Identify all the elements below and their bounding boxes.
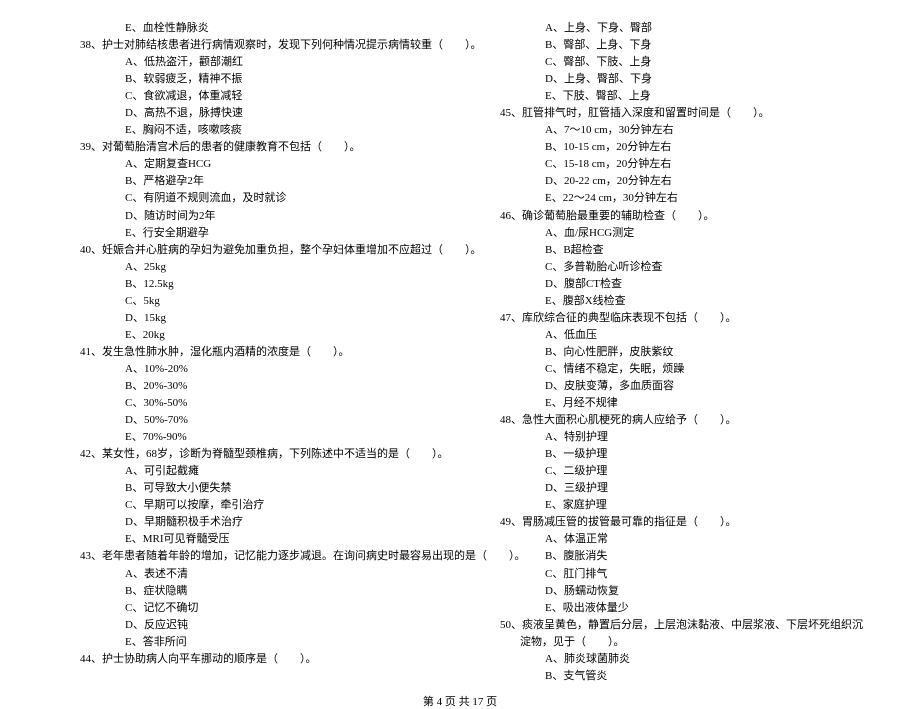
opt-a: A、定期复查HCG: [50, 156, 450, 173]
opt-e: E、70%-90%: [50, 429, 450, 446]
opt-d: D、腹部CT检查: [470, 276, 870, 293]
opt-b: B、支气管炎: [470, 668, 870, 685]
opt-a: A、低热盗汗，颧部潮红: [50, 54, 450, 71]
opt-b: B、可导致大小便失禁: [50, 480, 450, 497]
opt-b: B、腹胀消失: [470, 548, 870, 565]
opt-b: B、B超检查: [470, 242, 870, 259]
opt-c: C、记忆不确切: [50, 600, 450, 617]
opt-e: E、答非所问: [50, 634, 450, 651]
opt-c: C、有阴道不规则流血，及时就诊: [50, 190, 450, 207]
opt-a: A、低血压: [470, 327, 870, 344]
opt-d: D、上身、臀部、下身: [470, 71, 870, 88]
opt-e: E、下肢、臀部、上身: [470, 88, 870, 105]
opt-c: C、早期可以按摩，牵引治疗: [50, 497, 450, 514]
question-48: 48、急性大面积心肌梗死的病人应给予（ ）。: [470, 412, 870, 429]
opt-d: D、随访时间为2年: [50, 208, 450, 225]
opt-a: A、特别护理: [470, 429, 870, 446]
opt-a: A、上身、下身、臀部: [470, 20, 870, 37]
opt-e: E、20kg: [50, 327, 450, 344]
question-49: 49、胃肠减压管的拔管最可靠的指征是（ ）。: [470, 514, 870, 531]
left-column: E、血栓性静脉炎 38、护士对肺结核患者进行病情观察时，发现下列何种情况提示病情…: [40, 20, 460, 685]
opt-a: A、7～10 cm，30分钟左右: [470, 122, 870, 139]
opt-e: E、胸闷不适，咳嗽咳痰: [50, 122, 450, 139]
question-46: 46、确诊葡萄胎最重要的辅助检查（ ）。: [470, 208, 870, 225]
question-38: 38、护士对肺结核患者进行病情观察时，发现下列何种情况提示病情较重（ ）。: [50, 37, 450, 54]
opt-c: C、情绪不稳定，失眠，烦躁: [470, 361, 870, 378]
right-column: A、上身、下身、臀部 B、臀部、上身、下身 C、臀部、下肢、上身 D、上身、臀部…: [460, 20, 880, 685]
opt-c: C、肛门排气: [470, 566, 870, 583]
opt-d: D、早期髓积极手术治疗: [50, 514, 450, 531]
question-41: 41、发生急性肺水肿，湿化瓶内酒精的浓度是（ ）。: [50, 344, 450, 361]
opt-a: A、肺炎球菌肺炎: [470, 651, 870, 668]
opt-a: A、25kg: [50, 259, 450, 276]
opt-b: B、10-15 cm，20分钟左右: [470, 139, 870, 156]
opt-d: D、15kg: [50, 310, 450, 327]
opt-c: C、5kg: [50, 293, 450, 310]
opt-c: C、臀部、下肢、上身: [470, 54, 870, 71]
opt-b: B、向心性肥胖，皮肤紫纹: [470, 344, 870, 361]
question-40: 40、妊娠合并心脏病的孕妇为避免加重负担，整个孕妇体重增加不应超过（ ）。: [50, 242, 450, 259]
opt-d: D、20-22 cm，20分钟左右: [470, 173, 870, 190]
question-39: 39、对葡萄胎清宫术后的患者的健康教育不包括（ ）。: [50, 139, 450, 156]
question-47: 47、库欣综合征的典型临床表现不包括（ ）。: [470, 310, 870, 327]
opt-e: E、家庭护理: [470, 497, 870, 514]
opt-b: B、软弱疲乏，精神不振: [50, 71, 450, 88]
opt-a: A、可引起截瘫: [50, 463, 450, 480]
question-45: 45、肛管排气时，肛管插入深度和留置时间是（ ）。: [470, 105, 870, 122]
page-footer: 第 4 页 共 17 页: [0, 685, 920, 709]
opt-d: D、50%-70%: [50, 412, 450, 429]
opt-e: E、行安全期避孕: [50, 225, 450, 242]
opt-c: C、30%-50%: [50, 395, 450, 412]
opt-a: A、体温正常: [470, 531, 870, 548]
opt-b: B、严格避孕2年: [50, 173, 450, 190]
opt-b: B、12.5kg: [50, 276, 450, 293]
opt-b: B、一级护理: [470, 446, 870, 463]
opt-e: E、腹部X线检查: [470, 293, 870, 310]
question-43: 43、老年患者随着年龄的增加，记忆能力逐步减退。在询问病史时最容易出现的是（ ）…: [50, 548, 450, 565]
opt-c: C、15-18 cm，20分钟左右: [470, 156, 870, 173]
question-50: 50、痰液呈黄色，静置后分层，上层泡沫黏液、中层浆液、下层坏死组织沉淀物，见于（…: [470, 617, 870, 651]
opt-e: E、MRI可见脊髓受压: [50, 531, 450, 548]
opt-d: D、反应迟钝: [50, 617, 450, 634]
opt-b: B、臀部、上身、下身: [470, 37, 870, 54]
opt-d: D、三级护理: [470, 480, 870, 497]
opt-c: C、二级护理: [470, 463, 870, 480]
opt-c: C、食欲减退，体重减轻: [50, 88, 450, 105]
opt-a: A、血/尿HCG测定: [470, 225, 870, 242]
opt-e: E、吸出液体量少: [470, 600, 870, 617]
question-44: 44、护士协助病人向平车挪动的顺序是（ ）。: [50, 651, 450, 668]
opt-d: D、高热不退，脉搏快速: [50, 105, 450, 122]
opt-d: D、肠蠕动恢复: [470, 583, 870, 600]
opt-b: B、20%-30%: [50, 378, 450, 395]
opt-a: A、10%-20%: [50, 361, 450, 378]
opt-e: E、月经不规律: [470, 395, 870, 412]
opt-c: C、多普勒胎心听诊检查: [470, 259, 870, 276]
opt-b: B、症状隐瞒: [50, 583, 450, 600]
question-42: 42、某女性，68岁，诊断为脊髓型颈椎病，下列陈述中不适当的是（ ）。: [50, 446, 450, 463]
opt-a: A、表述不清: [50, 566, 450, 583]
opt-e: E、血栓性静脉炎: [50, 20, 450, 37]
opt-e: E、22～24 cm，30分钟左右: [470, 190, 870, 207]
opt-d: D、皮肤变薄，多血质面容: [470, 378, 870, 395]
